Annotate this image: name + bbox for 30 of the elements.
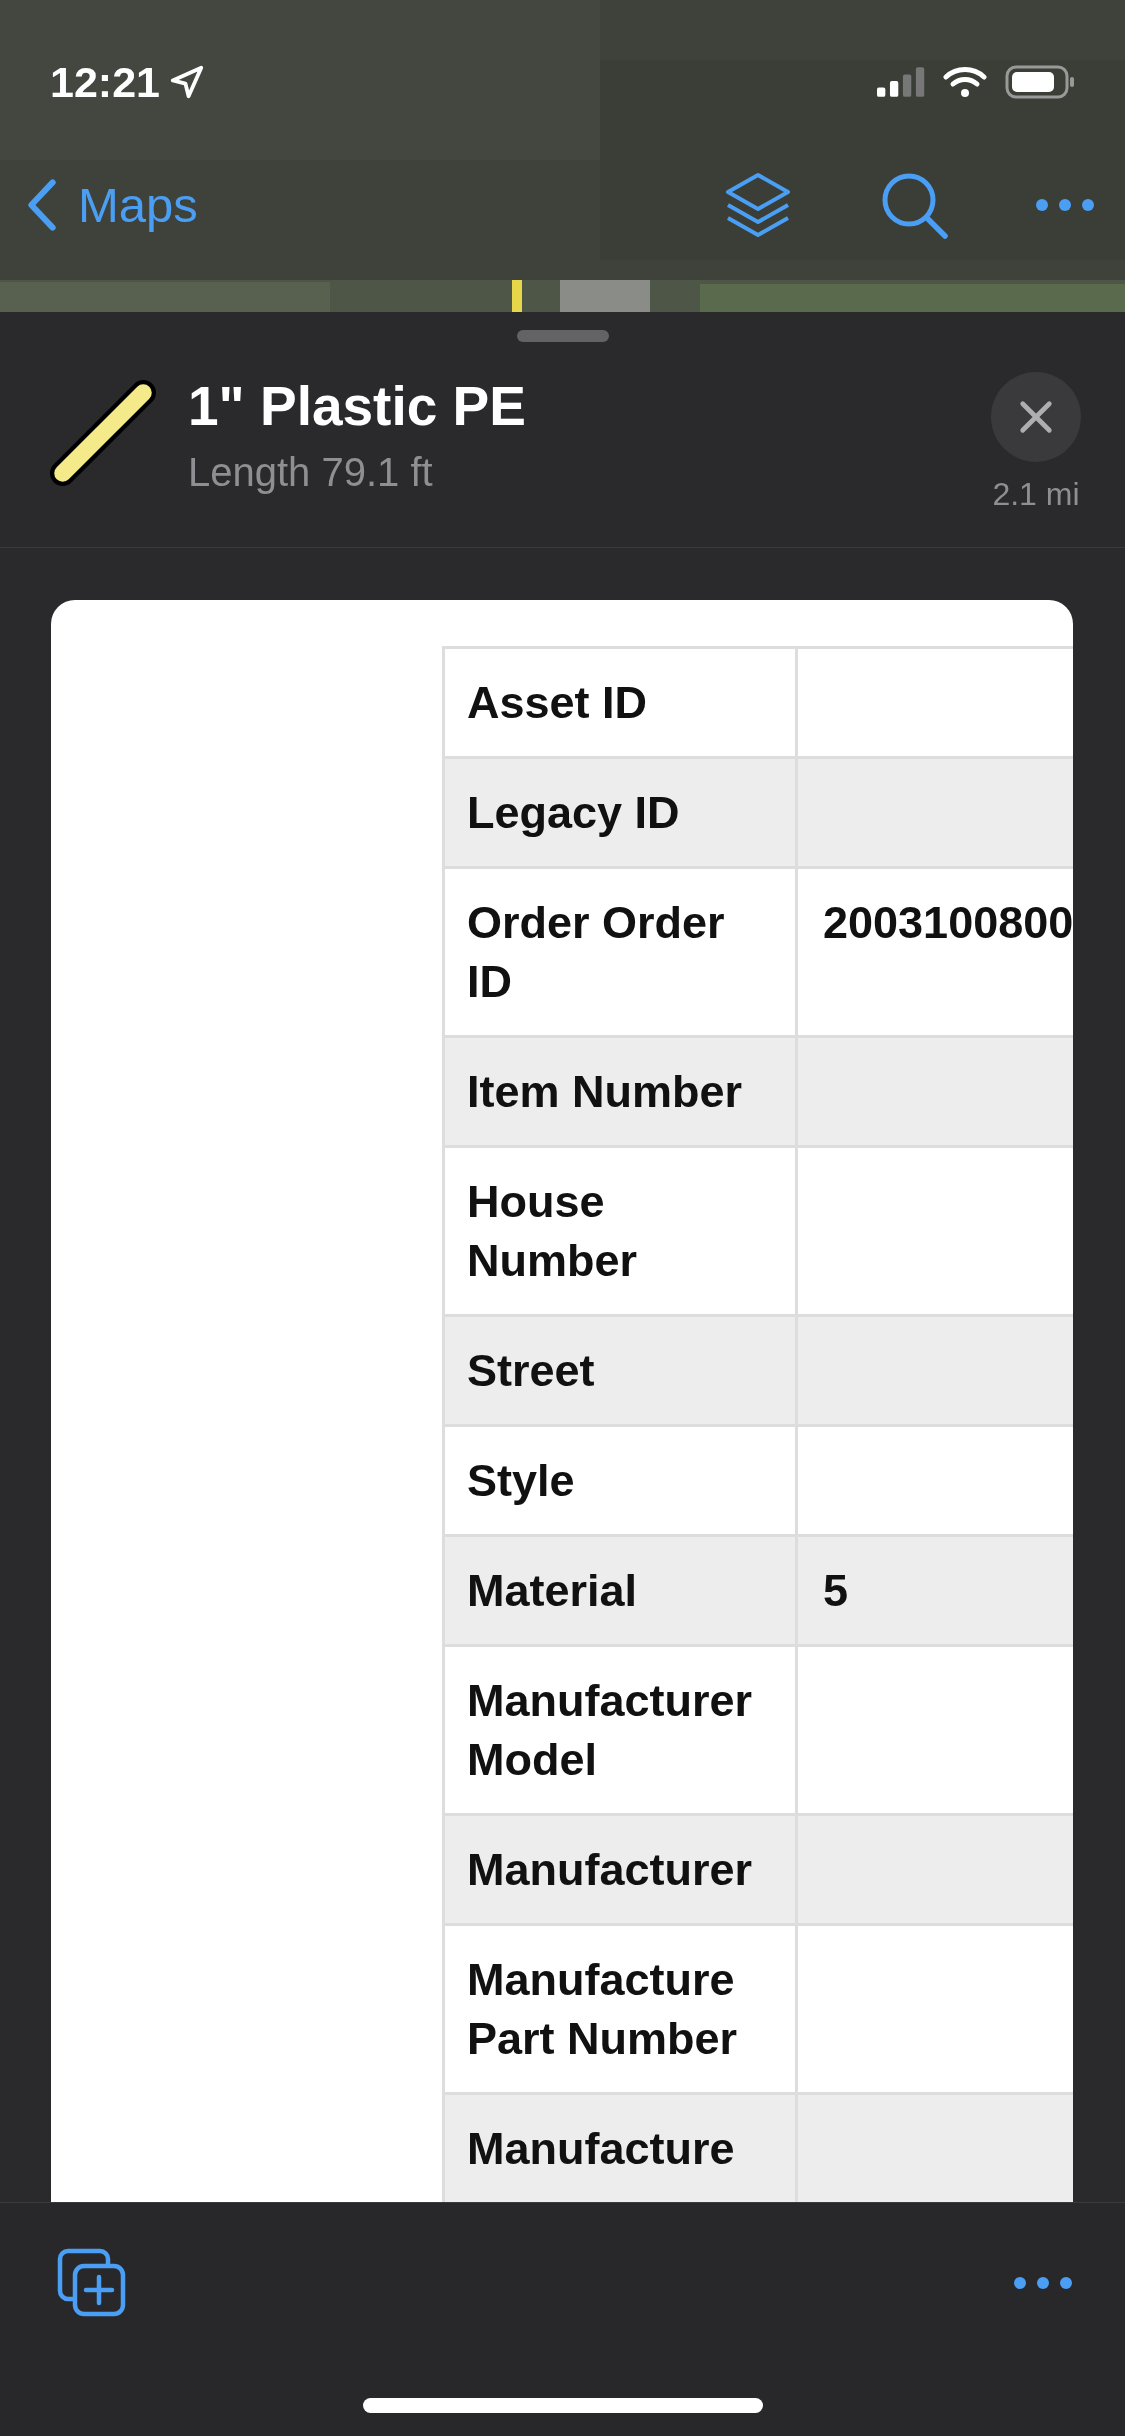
pipe-line-icon xyxy=(50,380,156,486)
signal-icon xyxy=(877,67,927,97)
table-cell: Street xyxy=(445,1317,798,1424)
table-cell: Manufacturer xyxy=(445,1816,798,1923)
wifi-icon xyxy=(943,66,987,98)
distance-label: 2.1 mi xyxy=(992,476,1080,513)
table-cell-text: 5 xyxy=(822,1564,850,1618)
feature-title: 1" Plastic PE xyxy=(188,374,527,438)
more-icon[interactable] xyxy=(1035,198,1095,212)
table-cell: Item Number xyxy=(445,1038,798,1145)
table-cell: Style xyxy=(445,1427,798,1534)
back-button[interactable]: Maps xyxy=(26,177,198,233)
table-cell: Material xyxy=(445,1537,798,1644)
battery-icon xyxy=(1005,65,1075,99)
table-cell: Legacy ID xyxy=(445,759,798,866)
table-cell: House Number xyxy=(445,1148,798,1314)
feature-length: Length 79.1 ft xyxy=(188,450,434,495)
close-icon xyxy=(1017,398,1055,436)
status-time: 12:21 xyxy=(50,57,160,107)
more-icon[interactable] xyxy=(1013,2276,1073,2290)
location-arrow-icon xyxy=(168,63,206,101)
table-cell-text: 2003100800 xyxy=(822,896,1073,950)
sheet-handle[interactable] xyxy=(516,330,609,342)
chevron-left-icon xyxy=(26,177,58,233)
add-copy-icon[interactable] xyxy=(56,2247,126,2317)
table-cell: Manufacture Part Number xyxy=(445,1926,798,2092)
table-cell: Asset ID xyxy=(445,649,798,756)
table-cell: Manufacturer Model xyxy=(445,1647,798,1813)
layers-icon[interactable] xyxy=(723,170,793,240)
table-cell: Order Order ID xyxy=(445,869,798,1035)
